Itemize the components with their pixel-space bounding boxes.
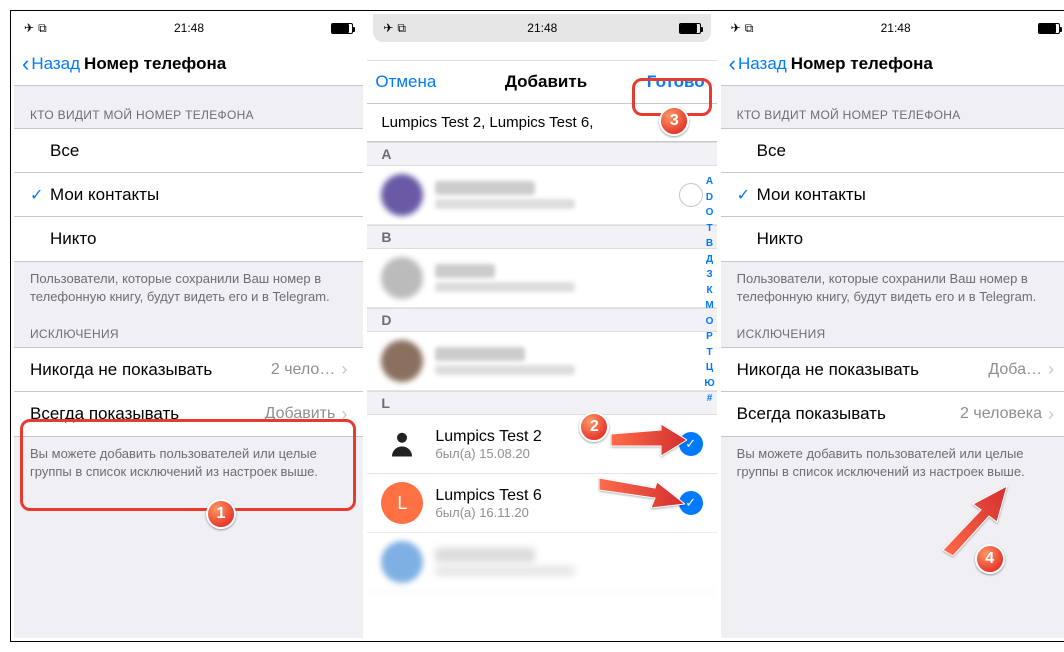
- battery-icon: [1038, 23, 1060, 34]
- chevron-right-icon: ›: [1048, 404, 1054, 425]
- done-button[interactable]: Готово: [647, 72, 705, 92]
- chevron-right-icon: ›: [341, 359, 347, 380]
- option-contacts[interactable]: ✓Мои контакты: [721, 173, 1064, 217]
- wifi-icon: ⧉: [38, 21, 47, 36]
- back-button[interactable]: ‹Назад: [729, 53, 787, 75]
- status-bar: ✈ ⧉ 21:48: [373, 14, 710, 42]
- step-badge-1: 1: [206, 499, 236, 529]
- navbar: Отмена Добавить Готово: [367, 60, 716, 104]
- status-time: 21:48: [174, 21, 204, 35]
- arrow-icon: [611, 424, 687, 465]
- checkmark-icon: ✓: [737, 185, 757, 205]
- page-title: Номер телефона: [84, 54, 226, 74]
- never-show-row[interactable]: Никогда не показыватьДоба…›: [721, 348, 1064, 392]
- screen-3: ✈ ⧉ 21:48 ‹Назад Номер телефона КТО ВИДИТ…: [721, 14, 1064, 638]
- status-time: 21:48: [527, 21, 557, 35]
- contact-row[interactable]: [367, 332, 716, 391]
- always-show-row[interactable]: Всегда показывать2 человека›: [721, 392, 1064, 436]
- wifi-icon: ⧉: [745, 21, 754, 36]
- avatar: [381, 257, 423, 299]
- page-title: Номер телефона: [791, 54, 933, 74]
- index-header-d: D: [367, 308, 716, 332]
- chevron-right-icon: ›: [1048, 359, 1054, 380]
- checkmark-icon: ✓: [30, 185, 50, 205]
- option-nobody[interactable]: Никто: [14, 217, 363, 261]
- option-nobody[interactable]: Никто: [721, 217, 1064, 261]
- radio-unchecked[interactable]: [679, 183, 703, 207]
- option-everybody[interactable]: Все: [14, 129, 363, 173]
- alpha-index[interactable]: ADOTВДЗКМОРТЦЮ#: [704, 174, 714, 407]
- airplane-icon: ✈: [731, 21, 741, 35]
- navbar: ‹Назад Номер телефона: [14, 42, 363, 86]
- status-bar: ✈ ⧉ 21:48: [14, 14, 363, 42]
- contact-row[interactable]: [367, 166, 716, 225]
- airplane-icon: ✈: [383, 21, 393, 35]
- arrow-icon: [599, 474, 685, 519]
- exceptions-footer: Вы можете добавить пользователей или цел…: [721, 437, 1064, 480]
- chevron-right-icon: ›: [341, 404, 347, 425]
- avatar: L: [381, 482, 423, 524]
- exceptions-list: Никогда не показывать2 чело…› Всегда пок…: [14, 347, 363, 437]
- cancel-button[interactable]: Отмена: [375, 72, 436, 92]
- who-list: Все ✓Мои контакты Никто: [721, 128, 1064, 262]
- chevron-left-icon: ‹: [22, 53, 29, 75]
- page-title: Добавить: [505, 72, 587, 92]
- contact-row[interactable]: [367, 533, 716, 592]
- always-show-row[interactable]: Всегда показыватьДобавить›: [14, 392, 363, 436]
- wifi-icon: ⧉: [397, 21, 406, 36]
- screen-1: ✈ ⧉ 21:48 ‹Назад Номер телефона КТО ВИДИТ…: [14, 14, 363, 638]
- status-bar: ✈ ⧉ 21:48: [721, 14, 1064, 42]
- section-header-who: КТО ВИДИТ МОЙ НОМЕР ТЕЛЕФОНА: [14, 86, 363, 128]
- section-header-who: КТО ВИДИТ МОЙ НОМЕР ТЕЛЕФОНА: [721, 86, 1064, 128]
- who-list: Все ✓Мои контакты Никто: [14, 128, 363, 262]
- step-badge-4: 4: [975, 544, 1005, 574]
- back-button[interactable]: ‹Назад: [22, 53, 80, 75]
- who-footer: Пользователи, которые сохранили Ваш номе…: [14, 262, 363, 305]
- section-header-exceptions: ИСКЛЮЧЕНИЯ: [14, 305, 363, 347]
- who-footer: Пользователи, которые сохранили Ваш номе…: [721, 262, 1064, 305]
- airplane-icon: ✈: [24, 21, 34, 35]
- avatar: [381, 174, 423, 216]
- option-everybody[interactable]: Все: [721, 129, 1064, 173]
- chevron-left-icon: ‹: [729, 53, 736, 75]
- never-show-row[interactable]: Никогда не показывать2 чело…›: [14, 348, 363, 392]
- navbar: ‹Назад Номер телефона: [721, 42, 1064, 86]
- section-header-exceptions: ИСКЛЮЧЕНИЯ: [721, 305, 1064, 347]
- index-header-a: A: [367, 142, 716, 166]
- index-header-b: B: [367, 225, 716, 249]
- contact-row[interactable]: [367, 249, 716, 308]
- battery-icon: [331, 23, 353, 34]
- avatar: [381, 423, 423, 465]
- status-time: 21:48: [881, 21, 911, 35]
- screen-2: ✈⧉ 21:48 Отмена Добавить Готово Lumpics …: [367, 14, 716, 638]
- avatar: [381, 340, 423, 382]
- exceptions-footer: Вы можете добавить пользователей или цел…: [14, 437, 363, 480]
- battery-icon: [679, 23, 701, 34]
- index-header-l: L: [367, 391, 716, 415]
- exceptions-list: Никогда не показыватьДоба…› Всегда показ…: [721, 347, 1064, 437]
- option-contacts[interactable]: ✓Мои контакты: [14, 173, 363, 217]
